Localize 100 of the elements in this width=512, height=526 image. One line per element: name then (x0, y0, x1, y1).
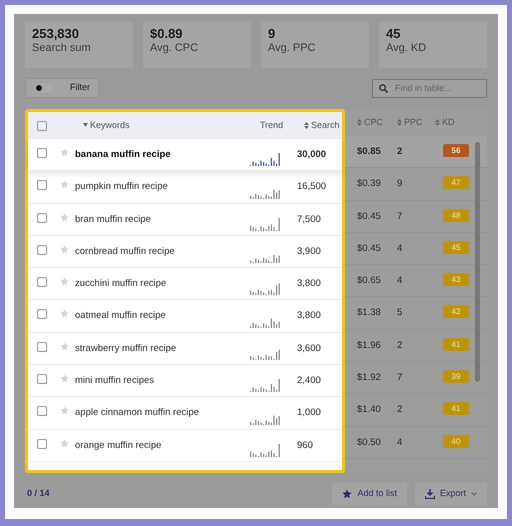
stat-label: Avg. PPC (268, 42, 316, 55)
kd-badge: 43 (443, 273, 469, 286)
ppc-value: 9 (397, 177, 404, 192)
keyword-text[interactable]: bran muffin recipe (75, 212, 250, 227)
caret-icon (83, 123, 88, 128)
trend-sparkline (250, 153, 281, 166)
sort-icon (397, 118, 402, 126)
trend-sparkline (250, 282, 281, 296)
keyword-text[interactable]: orange muffin recipe (75, 438, 250, 453)
trend-sparkline (250, 379, 281, 392)
star-icon[interactable] (60, 438, 69, 448)
checkbox[interactable] (37, 309, 47, 320)
ppc-value: 5 (397, 306, 404, 320)
cpc-value: $0.85 (357, 145, 382, 159)
selection-count: 0 / 14 (27, 487, 50, 500)
ppc-value: 4 (397, 274, 404, 288)
cpc-value: $0.50 (357, 436, 382, 450)
checkbox[interactable] (37, 374, 47, 384)
column-header[interactable]: Keywords (83, 118, 260, 132)
search-field[interactable]: Find in table... (372, 78, 487, 98)
keyword-text[interactable]: pumpkin muffin recipe (75, 180, 250, 195)
search-volume: 3,900 (297, 244, 321, 259)
ppc-value: 4 (397, 242, 404, 256)
ppc-value: 2 (397, 338, 404, 353)
cpc-value: $0.45 (357, 242, 382, 256)
caret-icon (471, 492, 477, 496)
search-volume: 30,000 (297, 148, 326, 162)
column-header[interactable]: Search (304, 118, 340, 132)
keyword-text[interactable]: cornbread muffin recipe (75, 244, 250, 260)
stat-value: $0.89 (150, 27, 184, 42)
cpc-value: $1.92 (357, 371, 382, 386)
stat-label: Avg. CPC (150, 42, 200, 55)
cpc-value: $0.39 (357, 177, 382, 192)
checkbox[interactable] (37, 277, 47, 288)
star-icon[interactable] (60, 244, 69, 254)
checkbox[interactable] (37, 438, 47, 449)
scrollbar[interactable] (475, 142, 480, 382)
checkbox[interactable] (37, 148, 47, 158)
stat-label: Avg. KD (386, 42, 428, 55)
star-icon[interactable] (60, 148, 69, 157)
kd-badge: 45 (443, 240, 469, 254)
sort-icon (357, 118, 362, 126)
star-icon[interactable] (60, 342, 69, 351)
kd-badge: 39 (443, 370, 469, 384)
star-icon[interactable] (60, 180, 69, 190)
kd-badge: 48 (443, 208, 469, 222)
star-icon (342, 489, 352, 499)
keyword-text[interactable]: strawberry muffin recipe (75, 342, 250, 356)
checkbox[interactable] (37, 120, 47, 130)
keyword-text[interactable]: oatmeal muffin recipe (75, 309, 250, 324)
checkbox[interactable] (37, 342, 47, 352)
cpc-value: $1.40 (357, 403, 382, 418)
kd-badge: 56 (443, 144, 469, 157)
checkbox[interactable] (37, 180, 47, 190)
sort-icon (304, 122, 309, 129)
star-icon[interactable] (60, 212, 69, 222)
search-volume: 1,000 (297, 406, 321, 420)
filter-button[interactable]: Filter (25, 78, 99, 98)
sort-icon (435, 118, 440, 126)
toggle-switch[interactable] (34, 83, 54, 93)
kd-badge: 47 (443, 176, 469, 190)
download-icon (424, 489, 435, 499)
stat-value: 253,830 (32, 27, 80, 42)
cpc-value: $0.65 (357, 274, 382, 288)
keyword-text[interactable]: mini muffin recipes (75, 374, 250, 388)
star-icon[interactable] (60, 406, 69, 416)
checkbox[interactable] (37, 212, 47, 223)
ppc-value: 2 (397, 403, 404, 418)
search-volume: 3,800 (297, 277, 321, 292)
trend-sparkline (250, 347, 281, 360)
trend-sparkline (250, 444, 281, 457)
search-volume: 3,600 (297, 342, 321, 356)
checkbox[interactable] (37, 244, 47, 255)
ppc-value: 4 (397, 436, 404, 450)
ppc-value: 7 (397, 371, 404, 386)
stat-label: Search sum (32, 42, 92, 55)
trend-sparkline (250, 218, 281, 231)
cpc-value: $1.38 (357, 306, 382, 320)
star-icon[interactable] (60, 309, 69, 318)
export-button[interactable]: Export (414, 483, 487, 505)
keyword-text[interactable]: zucchini muffin recipe (75, 277, 250, 292)
cpc-value: $1.96 (357, 338, 382, 353)
checkbox[interactable] (37, 406, 47, 416)
cpc-value: $0.45 (357, 210, 382, 224)
kd-badge: 40 (443, 434, 469, 448)
add-to-list-button[interactable]: Add to list (332, 483, 407, 505)
stat-value: 45 (386, 27, 402, 42)
star-icon[interactable] (60, 277, 69, 286)
ppc-value: 7 (397, 210, 404, 224)
star-icon[interactable] (60, 374, 69, 384)
keyword-text[interactable]: banana muffin recipe (75, 148, 250, 162)
kd-badge: 42 (443, 305, 469, 318)
search-volume: 16,500 (297, 180, 326, 194)
column-header: Trend (260, 118, 284, 132)
search-volume: 960 (297, 438, 313, 453)
keyword-text[interactable]: apple cinnamon muffin recipe (75, 406, 250, 421)
search-volume: 7,500 (297, 212, 321, 227)
kd-badge: 41 (443, 338, 469, 351)
search-volume: 2,400 (297, 374, 321, 388)
ppc-value: 2 (397, 145, 404, 159)
